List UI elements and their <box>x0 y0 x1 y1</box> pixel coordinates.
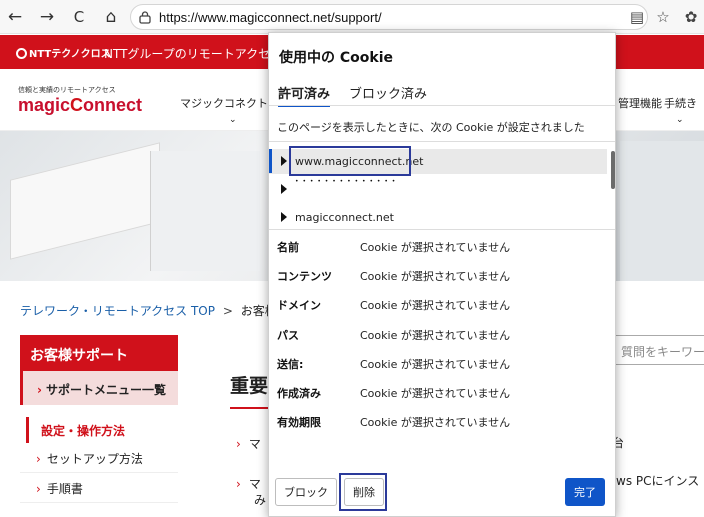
list-item[interactable]: magicconnect.net <box>269 205 607 229</box>
cookies-in-use-dialog: 使用中の Cookie 許可済み ブロック済み このページを表示したときに、次の… <box>268 32 616 517</box>
main-link[interactable]: › マ <box>236 475 261 492</box>
expand-arrow-icon[interactable] <box>281 212 287 222</box>
detail-value-path: Cookie が選択されていません <box>360 329 511 342</box>
lock-icon[interactable] <box>139 11 151 24</box>
detail-value-expires: Cookie が選択されていません <box>360 416 511 429</box>
list-scrollbar[interactable] <box>611 151 615 189</box>
annotation-highlight-site <box>289 146 411 176</box>
detail-label-name: 名前 <box>277 241 299 254</box>
chevron-down-icon: ⌄ <box>229 115 237 125</box>
done-button[interactable]: 完了 <box>565 478 605 506</box>
sidebar-item-manual[interactable]: › 手順書 <box>20 473 178 503</box>
keyword-search-input[interactable]: 質問をキーワード <box>612 335 704 365</box>
back-icon[interactable]: ← <box>4 6 26 28</box>
detail-value-created: Cookie が選択されていません <box>360 387 511 400</box>
detail-value-domain: Cookie が選択されていません <box>360 299 511 312</box>
detail-label-domain: ドメイン <box>277 299 321 312</box>
detail-value-content: Cookie が選択されていません <box>360 270 511 283</box>
right-snippet: ws PCにインス <box>616 474 700 488</box>
address-bar[interactable]: https://www.magicconnect.net/support/ <box>130 4 648 30</box>
annotation-highlight-delete <box>339 473 387 511</box>
detail-value-sent: Cookie が選択されていません <box>360 358 511 371</box>
tab-blocked[interactable]: ブロック済み <box>349 83 427 105</box>
breadcrumb-home-link[interactable]: テレワーク・リモートアクセス TOP <box>20 304 215 318</box>
nav-item-magicconnect[interactable]: マジックコネクト <box>180 95 268 111</box>
expand-arrow-icon[interactable] <box>281 184 287 194</box>
nav-item-procedures[interactable]: 手続き <box>664 95 697 111</box>
favorite-star-icon[interactable]: ☆ <box>652 6 674 28</box>
detail-label-created: 作成済み <box>277 387 321 400</box>
dialog-title: 使用中の Cookie <box>279 50 393 66</box>
support-sidebar: お客様サポート › サポートメニュー一覧 設定・操作方法 › セットアップ方法 › 手… <box>20 335 178 503</box>
breadcrumb-separator: > <box>222 304 233 318</box>
url-text[interactable]: https://www.magicconnect.net/support/ <box>159 10 382 25</box>
detail-label-sent: 送信: <box>277 358 304 371</box>
sidebar-menu-link[interactable]: › サポートメニュー一覧 <box>20 371 178 405</box>
breadcrumb: テレワーク・リモートアクセス TOP > お客様サ <box>20 302 289 319</box>
detail-value-name: Cookie が選択されていません <box>360 241 511 254</box>
tab-allowed[interactable]: 許可済み <box>278 83 331 107</box>
cookie-notice: このページを表示したときに、次の Cookie が設定されました <box>277 121 585 134</box>
reader-view-icon[interactable]: ▤ <box>626 6 648 28</box>
main-link[interactable]: › マ <box>236 435 261 452</box>
detail-label-content: コンテンツ <box>277 270 332 283</box>
detail-label-expires: 有効期限 <box>277 416 321 429</box>
expand-arrow-icon[interactable] <box>281 156 287 166</box>
list-item[interactable]: • • • • • • • • • • • • • • <box>269 177 607 202</box>
detail-label-path: パス <box>277 329 299 342</box>
chevron-down-icon: ⌄ <box>676 115 684 125</box>
extensions-icon[interactable]: ✿ <box>680 6 702 28</box>
sidebar-header: お客様サポート <box>20 335 178 371</box>
strip-text: NTTグループのリモートアクセス <box>104 47 283 61</box>
browser-toolbar: ← → C ⌂ https://www.magicconnect.net/sup… <box>0 0 704 34</box>
forward-icon[interactable]: → <box>36 6 58 28</box>
reload-icon[interactable]: C <box>68 6 90 28</box>
main-link-continued[interactable]: み <box>254 491 266 508</box>
main-section-title: 重要 <box>230 375 269 397</box>
selection-accent <box>269 149 272 173</box>
home-icon[interactable]: ⌂ <box>100 6 122 28</box>
title-underline <box>230 407 270 409</box>
block-button[interactable]: ブロック <box>275 478 337 506</box>
sidebar-category[interactable]: 設定・操作方法 <box>26 417 178 443</box>
sidebar-item-setup[interactable]: › セットアップ方法 <box>20 443 178 473</box>
brand-tagline: 信頼と実績のリモートアクセス <box>18 86 116 94</box>
brand-logo[interactable]: magicConnect <box>18 95 142 116</box>
ntt-logo[interactable]: NTTテクノクロス <box>16 45 111 60</box>
nav-item-admin[interactable]: 管理機能 <box>618 95 662 111</box>
